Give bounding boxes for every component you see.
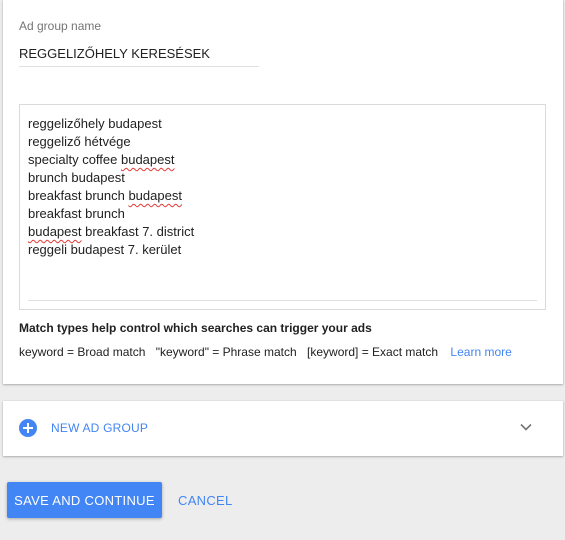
- misspelled-word: budapest: [120, 152, 175, 167]
- new-ad-group-button[interactable]: NEW AD GROUP: [51, 421, 148, 435]
- broad-match-text: keyword = Broad match: [19, 345, 146, 359]
- keyword-text: reggeliző hétvége: [28, 134, 131, 149]
- keyword-text: reggeli budapest 7. kerület: [28, 242, 182, 257]
- match-types-legend: keyword = Broad match "keyword" = Phrase…: [19, 345, 512, 359]
- keyword-text: reggelizőhely budapest: [28, 116, 162, 131]
- exact-match-text: [keyword] = Exact match: [307, 345, 439, 359]
- keyword-text: specialty coffee: [28, 152, 121, 167]
- keyword-line: reggeli budapest 7. kerület: [28, 241, 194, 259]
- save-and-continue-button[interactable]: SAVE AND CONTINUE: [7, 482, 162, 518]
- keywords-textarea[interactable]: reggelizőhely budapest reggeliző hétvége s…: [19, 104, 546, 310]
- keyword-line: breakfast brunch budapest: [28, 187, 194, 205]
- add-circle-icon[interactable]: [19, 419, 37, 437]
- keyword-text: breakfast brunch: [28, 188, 129, 203]
- ad-group-name-input[interactable]: [19, 40, 259, 67]
- keyword-text: breakfast 7. district: [81, 224, 195, 239]
- match-types-heading: Match types help control which searches …: [19, 321, 372, 335]
- cancel-button[interactable]: CANCEL: [170, 482, 241, 518]
- keyword-text: breakfast brunch: [28, 206, 125, 221]
- keyword-list: reggelizőhely budapest reggeliző hétvége s…: [28, 115, 194, 259]
- learn-more-link[interactable]: Learn more: [450, 345, 511, 359]
- misspelled-word: budapest: [28, 224, 82, 239]
- keyword-line: specialty coffee budapest: [28, 151, 194, 169]
- misspelled-word: budapest: [128, 188, 182, 203]
- keywords-divider: [28, 300, 537, 301]
- ad-group-card: Ad group name reggelizőhely budapestregg…: [3, 0, 563, 384]
- keyword-text: brunch budapest: [28, 170, 125, 185]
- phrase-match-text: "keyword" = Phrase match: [155, 345, 297, 359]
- keyword-line: breakfast brunch: [28, 205, 194, 223]
- keyword-line: brunch budapest: [28, 169, 194, 187]
- keyword-line: budapest breakfast 7. district: [28, 223, 194, 241]
- ad-group-name-label: Ad group name: [19, 19, 102, 33]
- chevron-down-icon[interactable]: [519, 420, 533, 434]
- keyword-line: reggeliző hétvége: [28, 133, 194, 151]
- keyword-line: reggelizőhely budapest: [28, 115, 194, 133]
